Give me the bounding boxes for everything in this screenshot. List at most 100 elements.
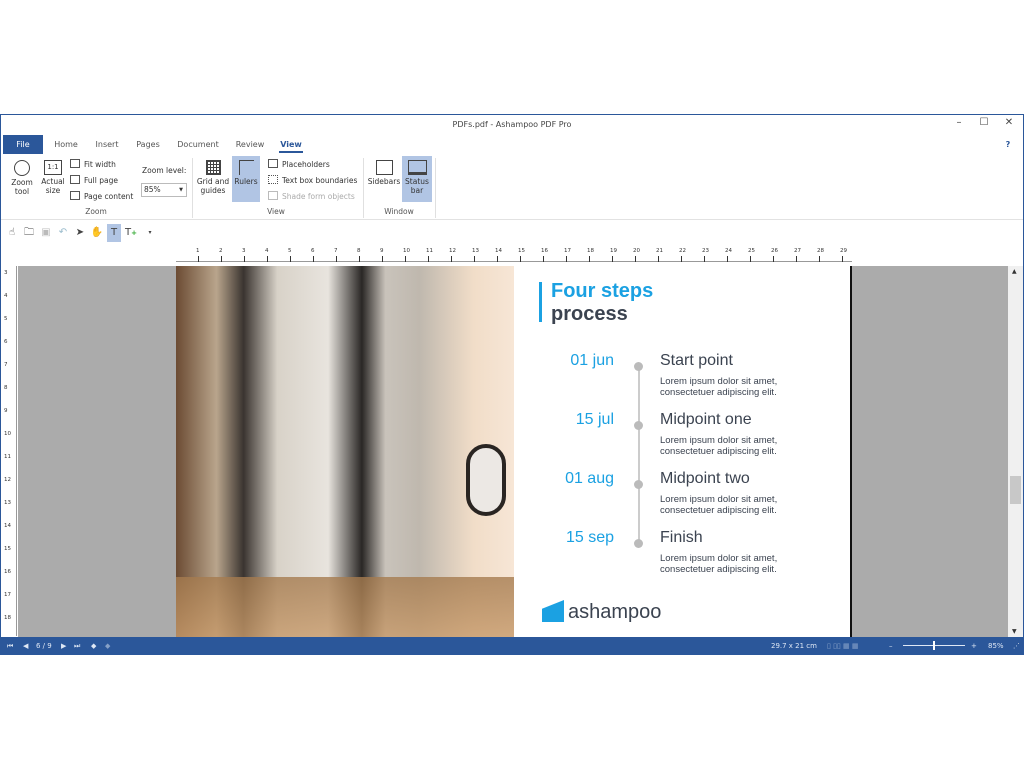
tab-home[interactable]: Home xyxy=(49,135,83,154)
doc-title-line2: process xyxy=(551,303,628,325)
ruler-tick xyxy=(796,256,797,262)
page-edge xyxy=(850,266,852,637)
step-title: Midpoint one xyxy=(660,411,752,428)
placeholders-toggle[interactable]: Placeholders xyxy=(268,158,330,172)
ruler-tick-label: 18 xyxy=(4,615,11,621)
forward-icon[interactable]: ◆ xyxy=(105,637,110,655)
ruler-tick-label: 10 xyxy=(403,248,410,254)
window-group-label: Window xyxy=(384,207,414,216)
tab-view[interactable]: View xyxy=(277,135,305,154)
fit-width-icon xyxy=(70,159,80,168)
scroll-thumb[interactable] xyxy=(1010,476,1021,504)
scroll-down-icon[interactable]: ▼ xyxy=(1012,628,1017,635)
sidebars-icon xyxy=(375,160,393,175)
page-content-label: Page content xyxy=(84,192,134,201)
ruler-tick xyxy=(382,256,383,262)
page-content-icon xyxy=(70,191,80,200)
step-date: 15 jul xyxy=(575,411,614,428)
grid-icon xyxy=(205,160,221,175)
pointer-icon[interactable]: ➤ xyxy=(73,224,87,242)
timeline-line xyxy=(637,366,640,543)
ruler-tick-label: 9 xyxy=(4,408,8,414)
fit-width-label: Fit width xyxy=(84,160,116,169)
ruler-tick xyxy=(773,256,774,262)
tab-review[interactable]: Review xyxy=(231,135,269,154)
help-button[interactable]: ? xyxy=(1001,135,1015,154)
text-tool-icon[interactable]: T xyxy=(107,224,121,242)
minimize-button[interactable]: – xyxy=(949,117,969,128)
undo-icon[interactable]: ↶ xyxy=(56,224,70,242)
ruler-tick xyxy=(244,256,245,262)
zoom-slider-thumb[interactable] xyxy=(933,641,935,650)
rulers-button[interactable]: Rulers xyxy=(232,156,260,202)
ruler-tick-label: 14 xyxy=(4,523,11,529)
quick-toolbar: ☝ 🗀 ▣ ↶ ➤ ✋ T T+ ▾ xyxy=(1,222,1023,244)
resize-grip-icon[interactable]: ⋰ xyxy=(1013,637,1020,655)
ruler-tick-label: 4 xyxy=(4,293,8,299)
pan-hand-icon[interactable]: ✋ xyxy=(90,224,104,242)
select-hand-icon[interactable]: ☝ xyxy=(5,224,19,242)
status-bar-button[interactable]: Status bar xyxy=(402,156,432,202)
ruler-tick xyxy=(704,256,705,262)
ruler-tick-label: 23 xyxy=(702,248,709,254)
ruler-tick xyxy=(520,256,521,262)
step-title: Finish xyxy=(660,529,703,546)
ruler-tick-label: 5 xyxy=(4,316,8,322)
step-desc-line1: Lorem ipsum dolor sit amet, xyxy=(660,435,778,446)
add-text-icon[interactable]: T+ xyxy=(124,224,138,242)
actual-size-button[interactable]: 1:1 Actual size xyxy=(39,160,67,195)
zoom-in-button[interactable]: + xyxy=(971,637,977,655)
grid-guides-button[interactable]: Grid and guides xyxy=(196,160,230,195)
zoom-slider[interactable] xyxy=(903,641,965,650)
scroll-up-icon[interactable]: ▲ xyxy=(1012,268,1017,275)
status-bar-icon xyxy=(407,160,427,175)
full-page-button[interactable]: Full page xyxy=(70,174,118,188)
zoom-level-label: Zoom level: xyxy=(142,166,187,175)
chevron-down-icon: ▼ xyxy=(179,187,183,193)
ruler-tick-label: 16 xyxy=(4,569,11,575)
sidebars-button[interactable]: Sidebars xyxy=(367,160,401,186)
tab-insert[interactable]: Insert xyxy=(91,135,123,154)
grid-guides-label: Grid and guides xyxy=(196,177,230,195)
back-icon[interactable]: ◆ xyxy=(91,637,96,655)
zoom-tool-button[interactable]: Zoom tool xyxy=(7,160,37,196)
status-bar: ⏮ ◀ 6 / 9 ▶ ⏭ ◆ ◆ 29.7 x 21 cm ▯ ▯▯ ▦ ▦ … xyxy=(1,637,1023,655)
ruler-tick xyxy=(543,256,544,262)
next-page-icon[interactable]: ▶ xyxy=(61,637,66,655)
page-indicator[interactable]: 6 / 9 xyxy=(36,637,52,655)
close-button[interactable]: ✕ xyxy=(999,117,1019,128)
zoom-out-button[interactable]: – xyxy=(889,637,893,655)
prev-page-icon[interactable]: ◀ xyxy=(23,637,28,655)
tab-file[interactable]: File xyxy=(3,135,43,154)
shade-form-objects-toggle[interactable]: Shade form objects xyxy=(268,190,355,204)
tab-pages[interactable]: Pages xyxy=(131,135,165,154)
ruler-tick-label: 18 xyxy=(587,248,594,254)
fit-width-button[interactable]: Fit width xyxy=(70,158,116,172)
first-page-icon[interactable]: ⏮ xyxy=(7,637,13,655)
last-page-icon[interactable]: ⏭ xyxy=(74,637,80,655)
ruler-tick xyxy=(221,256,222,262)
ruler-tick-label: 7 xyxy=(334,248,338,254)
actual-size-icon: 1:1 xyxy=(44,160,62,175)
tab-document[interactable]: Document xyxy=(173,135,223,154)
ruler-tick-label: 19 xyxy=(610,248,617,254)
open-folder-icon[interactable]: 🗀 xyxy=(22,224,36,242)
ruler-tick xyxy=(405,256,406,262)
ruler-tick xyxy=(198,256,199,262)
save-icon[interactable]: ▣ xyxy=(39,224,53,242)
ruler-tick xyxy=(290,256,291,262)
ruler-tick xyxy=(451,256,452,262)
vertical-scrollbar[interactable]: ▲ ▼ xyxy=(1008,266,1023,637)
maximize-button[interactable]: ☐ xyxy=(974,117,994,128)
customize-toolbar-icon[interactable]: ▾ xyxy=(143,224,157,242)
sidebars-label: Sidebars xyxy=(367,177,401,186)
rulers-label: Rulers xyxy=(234,177,258,186)
text-box-boundaries-toggle[interactable]: Text box boundaries xyxy=(268,174,357,188)
view-mode-icons[interactable]: ▯ ▯▯ ▦ ▦ xyxy=(827,637,858,655)
ruler-tick xyxy=(842,256,843,262)
step-date: 15 sep xyxy=(565,529,614,546)
ruler-tick-label: 17 xyxy=(4,592,11,598)
zoom-level-select[interactable]: 85% ▼ xyxy=(141,183,187,197)
page-content-button[interactable]: Page content xyxy=(70,190,133,204)
document-viewport[interactable]: Four steps process 01 jun Start point Lo… xyxy=(18,266,1008,637)
